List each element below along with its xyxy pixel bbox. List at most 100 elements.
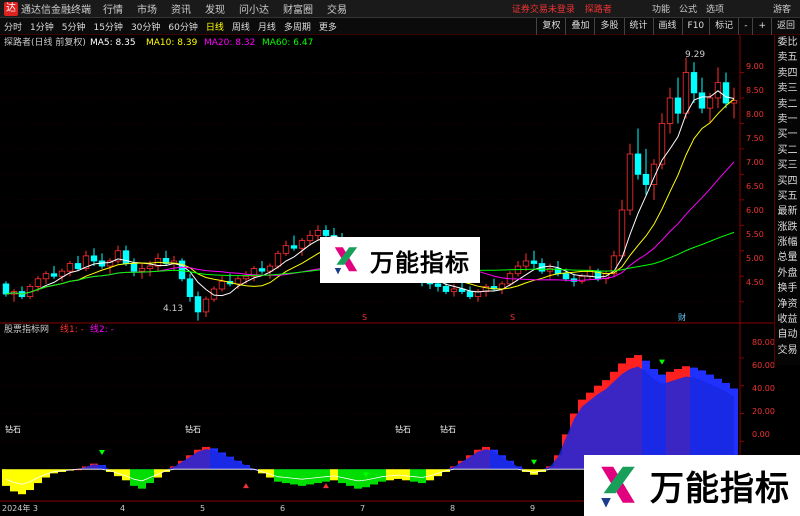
side-weibi[interactable]: 委比	[775, 35, 800, 50]
y-tick-8-5: 8.50	[746, 86, 764, 95]
candle-body	[562, 273, 570, 280]
candle-body	[618, 209, 626, 257]
side-waipan[interactable]: 外盘	[775, 266, 800, 281]
side-maisi[interactable]: 卖四	[775, 66, 800, 81]
period-tab-5min[interactable]: 5分钟	[58, 20, 90, 33]
side-buy3[interactable]: 买三	[775, 158, 800, 173]
menu-gongshi[interactable]: 公式	[679, 2, 697, 15]
y-tick-4-5: 4.50	[746, 278, 764, 287]
side-jingzi[interactable]: 净资	[775, 297, 800, 312]
period-tab-monthly[interactable]: 月线	[254, 20, 280, 33]
event-mark-2[interactable]: S	[510, 313, 515, 322]
x-tick-mar: 2024年 3	[2, 503, 38, 513]
side-huanshou[interactable]: 换手	[775, 281, 800, 296]
watermark-overlay-1: 万能指标	[320, 237, 480, 283]
side-zidong[interactable]: 自动	[775, 327, 800, 342]
side-buy5[interactable]: 买五	[775, 189, 800, 204]
menu-hangqing[interactable]: 行情	[103, 1, 123, 16]
indicator-line2-label: 线2: -	[90, 323, 114, 335]
side-zhangfu[interactable]: 涨幅	[775, 235, 800, 250]
tool-huaxian-button[interactable]: 画线	[652, 17, 682, 35]
ma10-label: MA10: 8.39	[146, 38, 198, 48]
candle-body	[130, 263, 138, 272]
indicator-bar	[2, 469, 10, 486]
tool-duogu-button[interactable]: 多股	[594, 17, 623, 35]
side-buy1[interactable]: 买一	[775, 127, 800, 142]
period-tab-more[interactable]: 更多	[315, 20, 341, 33]
candle-body	[666, 97, 674, 124]
side-shouyi[interactable]: 收益	[775, 312, 800, 327]
indicator-title: 股票指标网	[4, 323, 49, 335]
menu-xuanxiang[interactable]: 选项	[706, 2, 724, 15]
login-warning[interactable]: 证券交易未登录	[512, 2, 575, 15]
candle-body	[706, 97, 714, 109]
side-maiwu[interactable]: 卖五	[775, 50, 800, 65]
period-tab-30min[interactable]: 30分钟	[127, 20, 164, 33]
candle-body	[466, 291, 474, 298]
tool-biaoji-button[interactable]: 标记	[709, 17, 738, 35]
side-maiyi[interactable]: 卖一	[775, 112, 800, 127]
tool-fuquan-button[interactable]: 复权	[536, 17, 565, 35]
zoom-out-button[interactable]: -	[738, 17, 752, 35]
candle-body	[138, 268, 146, 272]
indicator-bar	[322, 469, 330, 482]
indicator-bar	[314, 469, 322, 484]
period-tab-weekly[interactable]: 周线	[228, 20, 254, 33]
indicator-bar	[378, 469, 386, 482]
side-jiaoyi[interactable]: 交易	[775, 343, 800, 358]
menu-faxian[interactable]: 发现	[205, 1, 225, 16]
period-toolbar: 分时 1分钟 5分钟 15分钟 30分钟 60分钟 日线 周线 月线 多周期 更…	[0, 17, 800, 35]
candle-body	[58, 270, 66, 277]
main-chart-title: 探路者(日线 前复权)	[4, 36, 86, 48]
x-tick-apr: 4	[120, 504, 125, 513]
period-tab-daily[interactable]: 日线	[202, 20, 228, 33]
side-zongliang[interactable]: 总量	[775, 250, 800, 265]
indicator-bar	[282, 469, 290, 484]
menu-gongneng[interactable]: 功能	[652, 2, 670, 15]
menu-wenxiaoda[interactable]: 问小达	[239, 1, 269, 16]
user-label[interactable]: 游客	[773, 2, 791, 15]
candle-body	[698, 92, 706, 109]
x-tick-sep: 9	[530, 504, 535, 513]
menu-jiaoyi[interactable]: 交易	[327, 1, 347, 16]
indicator-bar	[418, 469, 426, 484]
side-buy4[interactable]: 买四	[775, 174, 800, 189]
zoom-in-button[interactable]: +	[752, 17, 771, 35]
candle-body	[2, 283, 10, 295]
tool-diejia-button[interactable]: 叠加	[565, 17, 594, 35]
period-tab-multi[interactable]: 多周期	[280, 20, 315, 33]
candle-body	[194, 296, 202, 313]
app-logo-icon: 达	[4, 1, 18, 16]
period-tab-fenshi[interactable]: 分时	[0, 20, 26, 33]
indicator-bar	[26, 469, 34, 491]
app-title: 通达信金融终端	[21, 5, 91, 16]
candle-body	[234, 278, 242, 285]
y-tick-5: 5.00	[746, 254, 764, 263]
ind-tick-60: 60.00	[752, 361, 775, 370]
event-mark-1[interactable]: S	[362, 313, 367, 322]
ind-tick-20: 20.00	[752, 407, 775, 416]
candle-body	[258, 268, 266, 272]
side-zhangdie[interactable]: 涨跌	[775, 220, 800, 235]
back-button[interactable]: 返回	[770, 17, 800, 35]
tool-tongji-button[interactable]: 统计	[623, 17, 653, 35]
side-zuixin[interactable]: 最新	[775, 204, 800, 219]
menu-zixun[interactable]: 资讯	[171, 1, 191, 16]
period-tab-1min[interactable]: 1分钟	[26, 20, 58, 33]
side-maisan[interactable]: 卖三	[775, 81, 800, 96]
tool-f10-button[interactable]: F10	[681, 17, 710, 35]
side-maier[interactable]: 卖二	[775, 97, 800, 112]
indicator-bar	[330, 469, 338, 481]
menu-shichang[interactable]: 市场	[137, 1, 157, 16]
period-tab-15min[interactable]: 15分钟	[89, 20, 126, 33]
candle-body	[50, 273, 58, 277]
x-tick-jul: 7	[360, 504, 365, 513]
menu-caifuquan[interactable]: 财富圈	[283, 1, 313, 16]
event-mark-3[interactable]: 财	[678, 312, 686, 322]
period-tab-60min[interactable]: 60分钟	[164, 20, 201, 33]
side-buy2[interactable]: 买二	[775, 143, 800, 158]
indicator-bar	[130, 469, 138, 486]
candle-body	[202, 298, 210, 313]
indicator-bar	[306, 469, 314, 485]
candle-body	[42, 273, 50, 280]
